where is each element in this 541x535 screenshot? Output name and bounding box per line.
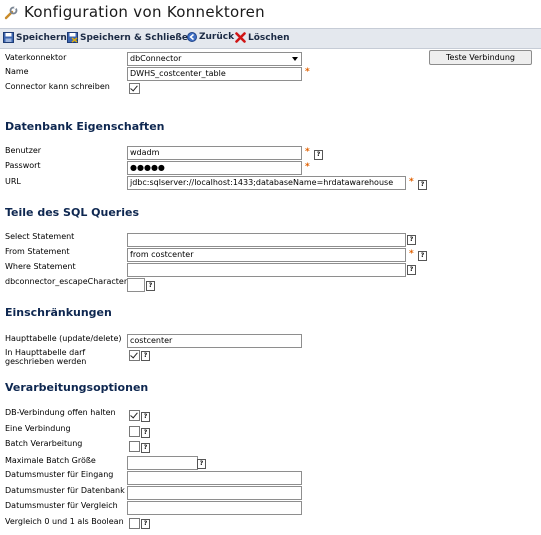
password-label: Passwort (5, 161, 41, 170)
where-statement-input[interactable] (127, 263, 406, 277)
help-icon[interactable]: ? (141, 412, 150, 422)
help-icon[interactable]: ? (146, 281, 155, 291)
select-statement-label: Select Statement (5, 232, 75, 241)
help-icon[interactable]: ? (407, 235, 416, 245)
keep-open-checkbox[interactable] (129, 410, 140, 421)
parent-connector-label: Vaterkonnektor (5, 53, 67, 62)
batch-processing-label: Batch Verarbeitung (5, 439, 83, 448)
date-pattern-input-label: Datumsmuster für Eingang (5, 470, 114, 479)
where-statement-label: Where Statement (5, 262, 76, 271)
name-input[interactable]: DWHS_costcenter_table (127, 67, 302, 81)
help-icon[interactable]: ? (141, 351, 150, 361)
back-arrow-icon (187, 32, 197, 42)
max-batch-size-input[interactable] (127, 456, 198, 470)
main-table-label: Haupttabelle (update/delete) (5, 334, 122, 343)
required-asterisk: * (305, 162, 310, 172)
help-icon[interactable]: ? (418, 251, 427, 261)
help-icon[interactable]: ? (141, 428, 150, 438)
back-button-label: Zurück (199, 32, 235, 42)
date-pattern-compare-field[interactable] (127, 501, 302, 515)
user-label: Benutzer (5, 146, 42, 155)
help-icon[interactable]: ? (314, 150, 323, 160)
page-title: Konfiguration von Konnektoren (24, 3, 265, 21)
can-write-checkbox[interactable] (129, 83, 140, 94)
parent-connector-value: dbConnector (130, 54, 182, 63)
required-asterisk: * (409, 249, 414, 259)
help-icon[interactable]: ? (407, 265, 416, 275)
toolbar: Speichern Speichern & Schließen Zurück L… (0, 28, 541, 49)
date-pattern-db-label: Datumsmuster für Datenbank (5, 486, 125, 495)
floppy-disk-icon (3, 32, 14, 43)
save-button-label: Speichern (16, 32, 67, 43)
processing-section-heading: Verarbeitungsoptionen (5, 381, 149, 394)
escape-character-input[interactable] (127, 278, 145, 292)
select-statement-input[interactable] (127, 233, 406, 247)
max-batch-size-label: Maximale Batch Größe (5, 456, 96, 465)
wrench-icon (4, 6, 18, 20)
test-connection-button[interactable]: Teste Verbindung (429, 50, 532, 65)
escape-character-label: dbconnector_escapeCharacter (5, 277, 128, 286)
floppy-disk-close-icon (67, 32, 78, 43)
save-button[interactable]: Speichern (3, 32, 67, 43)
delete-button[interactable]: Löschen (235, 32, 290, 43)
main-table-input[interactable]: costcenter (127, 334, 302, 348)
url-label: URL (5, 177, 21, 186)
required-asterisk: * (409, 177, 414, 187)
batch-processing-checkbox[interactable] (129, 441, 140, 452)
parent-connector-select[interactable]: dbConnector (127, 52, 302, 66)
user-input[interactable]: wdadm (127, 146, 302, 160)
help-icon[interactable]: ? (418, 180, 427, 190)
can-write-label: Connector kann schreiben (5, 82, 110, 91)
db-section-heading: Datenbank Eigenschaften (5, 120, 165, 133)
required-asterisk: * (305, 67, 310, 77)
from-statement-label: From Statement (5, 247, 70, 256)
help-icon[interactable]: ? (141, 519, 150, 529)
save-close-button-label: Speichern & Schließen (80, 32, 195, 43)
name-label: Name (5, 67, 29, 76)
password-input[interactable]: ●●●●● (127, 161, 302, 175)
url-input[interactable]: jdbc:sqlserver://localhost:1433;database… (127, 176, 406, 190)
date-pattern-db-field[interactable] (127, 486, 302, 500)
chevron-down-icon (292, 57, 298, 61)
single-connection-checkbox[interactable] (129, 426, 140, 437)
restrictions-section-heading: Einschränkungen (5, 306, 112, 319)
delete-button-label: Löschen (248, 32, 290, 43)
sql-section-heading: Teile des SQL Queries (5, 206, 140, 219)
back-button[interactable]: Zurück (187, 32, 234, 42)
date-pattern-input-field[interactable] (127, 471, 302, 485)
boolean-compare-label: Vergleich 0 und 1 als Boolean (5, 517, 124, 526)
delete-x-icon (235, 32, 246, 43)
boolean-compare-checkbox[interactable] (129, 518, 140, 529)
help-icon[interactable]: ? (197, 459, 206, 469)
date-pattern-compare-label: Datumsmuster für Vergleich (5, 501, 118, 510)
keep-open-label: DB-Verbindung offen halten (5, 408, 116, 417)
title-bar: Konfiguration von Konnektoren (0, 0, 541, 28)
from-statement-input[interactable]: from costcenter (127, 248, 406, 262)
save-close-button[interactable]: Speichern & Schließen (67, 32, 194, 43)
help-icon[interactable]: ? (141, 443, 150, 453)
single-connection-label: Eine Verbindung (5, 424, 71, 433)
required-asterisk: * (305, 147, 310, 157)
write-main-table-checkbox[interactable] (129, 350, 140, 361)
write-main-table-label-line2: geschrieben werden (5, 357, 87, 366)
